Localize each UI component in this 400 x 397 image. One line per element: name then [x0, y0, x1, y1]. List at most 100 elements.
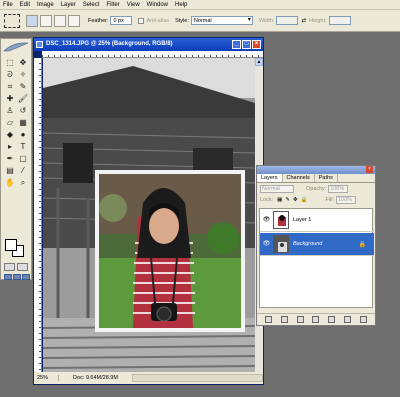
- type-tool-icon[interactable]: T: [17, 141, 29, 152]
- menu-layer[interactable]: Layer: [61, 0, 76, 10]
- doc-size-info: Doc: 9.64M/28.9M: [73, 375, 118, 381]
- close-button[interactable]: ×: [252, 40, 261, 49]
- layers-panel-titlebar[interactable]: ×: [257, 166, 375, 174]
- lock-all-icon[interactable]: 🔒: [301, 197, 308, 203]
- menu-filter[interactable]: Filter: [106, 0, 119, 10]
- foreground-color-swatch[interactable]: [5, 239, 17, 251]
- new-adjustment-icon[interactable]: [312, 316, 320, 323]
- fill-input[interactable]: 100%: [336, 195, 356, 204]
- tab-paths[interactable]: Paths: [315, 174, 338, 182]
- visibility-eye-icon[interactable]: 👁: [262, 216, 271, 225]
- mask-mode-row: [4, 263, 28, 271]
- style-select[interactable]: Normal: [190, 16, 253, 25]
- eraser-tool-icon[interactable]: ▱: [4, 117, 16, 128]
- blend-mode-select[interactable]: Normal: [260, 184, 294, 193]
- standard-screen-icon[interactable]: [4, 274, 12, 280]
- menu-select[interactable]: Select: [83, 0, 100, 10]
- marquee-tool-icon[interactable]: ⬚: [4, 57, 16, 68]
- pen-tool-icon[interactable]: ✒: [4, 153, 16, 164]
- height-input[interactable]: [328, 16, 351, 25]
- subtract-selection-icon[interactable]: [54, 14, 66, 27]
- menu-file[interactable]: File: [3, 0, 13, 10]
- photoshop-feather-logo: [3, 42, 29, 52]
- slice-tool-icon[interactable]: ✎: [17, 81, 29, 92]
- layer-list: 👁 Layer 1 👁 Background 🔒: [259, 208, 374, 308]
- full-screen-menu-icon[interactable]: [13, 274, 21, 280]
- blur-tool-icon[interactable]: ◆: [4, 129, 16, 140]
- gradient-tool-icon[interactable]: ▦: [17, 117, 29, 128]
- lock-position-icon[interactable]: ✥: [293, 197, 298, 203]
- hand-tool-icon[interactable]: ✋: [4, 177, 16, 188]
- photo-content: [43, 58, 255, 372]
- lock-pixels-icon[interactable]: ✎: [285, 197, 290, 203]
- path-select-icon[interactable]: ▸: [4, 141, 16, 152]
- new-group-icon[interactable]: [328, 316, 336, 323]
- opacity-label: Opacity:: [306, 185, 327, 192]
- lock-transparency-icon[interactable]: ▦: [277, 197, 282, 203]
- layer-lock-icon: 🔒: [358, 241, 366, 248]
- move-tool-icon[interactable]: ✥: [17, 57, 29, 68]
- standard-mode-icon[interactable]: [4, 263, 15, 271]
- menu-view[interactable]: View: [127, 0, 140, 10]
- layers-panel-footer: [257, 313, 375, 325]
- layer-row-background[interactable]: 👁 Background 🔒: [260, 233, 374, 256]
- height-label: Height:: [309, 17, 327, 24]
- visibility-eye-icon[interactable]: 👁: [262, 240, 271, 249]
- document-title: DSC_1314.JPG @ 25% (Background, RGB/8): [46, 41, 173, 47]
- feather-input[interactable]: 0 px: [110, 16, 133, 25]
- menu-window[interactable]: Window: [147, 0, 168, 10]
- quick-mask-icon[interactable]: [17, 263, 28, 271]
- brush-tool-icon[interactable]: 🖌: [17, 93, 29, 104]
- shape-tool-icon[interactable]: ▢: [17, 153, 29, 164]
- eyedropper-tool-icon[interactable]: ⁄: [17, 165, 29, 176]
- tab-channels[interactable]: Channels: [283, 174, 315, 182]
- new-selection-icon[interactable]: [26, 14, 38, 27]
- intersect-selection-icon[interactable]: [68, 14, 80, 27]
- menu-image[interactable]: Image: [37, 0, 54, 10]
- delete-layer-icon[interactable]: [359, 316, 367, 323]
- vertical-ruler[interactable]: [34, 58, 42, 372]
- toolbox: ⬚ ✥ ᘐ ✧ ⌗ ✎ ✚ 🖌 ♙ ↺ ▱ ▦ ◆ ● ▸ T ✒ ▢ ▤ ⁄ …: [0, 38, 32, 280]
- scroll-up-icon[interactable]: ▲: [255, 58, 263, 66]
- new-layer-icon[interactable]: [343, 316, 351, 323]
- fill-label: Fill:: [325, 196, 334, 203]
- horizontal-scrollbar[interactable]: [131, 374, 263, 382]
- panel-close-icon[interactable]: ×: [366, 166, 373, 173]
- clone-stamp-icon[interactable]: ♙: [4, 105, 16, 116]
- image-canvas[interactable]: [43, 58, 255, 372]
- minimize-button[interactable]: _: [232, 40, 241, 49]
- document-titlebar[interactable]: DSC_1314.JPG @ 25% (Background, RGB/8) _…: [34, 38, 263, 51]
- blend-row: Normal Opacity: 100%: [257, 183, 375, 194]
- lasso-tool-icon[interactable]: ᘐ: [4, 69, 16, 80]
- menu-help[interactable]: Help: [175, 0, 187, 10]
- layer-thumbnail: [273, 211, 289, 229]
- dodge-tool-icon[interactable]: ●: [17, 129, 29, 140]
- lock-row: Lock: ▦ ✎ ✥ 🔒 Fill: 100%: [257, 194, 375, 205]
- layer-style-icon[interactable]: [281, 316, 289, 323]
- marquee-tool-preset-icon[interactable]: [4, 13, 20, 28]
- maximize-button[interactable]: □: [242, 40, 251, 49]
- antialias-checkbox[interactable]: [138, 17, 145, 24]
- crop-tool-icon[interactable]: ⌗: [4, 81, 16, 92]
- zoom-level[interactable]: 25%: [37, 375, 59, 381]
- link-layers-icon[interactable]: [265, 316, 273, 323]
- add-selection-icon[interactable]: [40, 14, 52, 27]
- magic-wand-tool-icon[interactable]: ✧: [17, 69, 29, 80]
- width-label: Width:: [258, 17, 275, 24]
- notes-tool-icon[interactable]: ▤: [4, 165, 16, 176]
- opacity-input[interactable]: 100%: [328, 184, 349, 193]
- zoom-tool-icon[interactable]: ⌕: [17, 177, 29, 188]
- swap-dimensions-icon[interactable]: ⇄: [301, 18, 306, 24]
- feather-label: Feather:: [88, 17, 109, 24]
- history-brush-icon[interactable]: ↺: [17, 105, 29, 116]
- full-screen-icon[interactable]: [22, 274, 30, 280]
- menu-edit[interactable]: Edit: [20, 0, 30, 10]
- add-mask-icon[interactable]: [296, 316, 304, 323]
- layer-row-layer-1[interactable]: 👁 Layer 1: [260, 209, 374, 232]
- horizontal-ruler[interactable]: [42, 51, 263, 58]
- tab-layers[interactable]: Layers: [257, 174, 283, 182]
- healing-brush-icon[interactable]: ✚: [4, 93, 16, 104]
- document-icon: [36, 41, 43, 48]
- width-input[interactable]: [276, 16, 299, 25]
- document-window: DSC_1314.JPG @ 25% (Background, RGB/8) _…: [33, 37, 264, 385]
